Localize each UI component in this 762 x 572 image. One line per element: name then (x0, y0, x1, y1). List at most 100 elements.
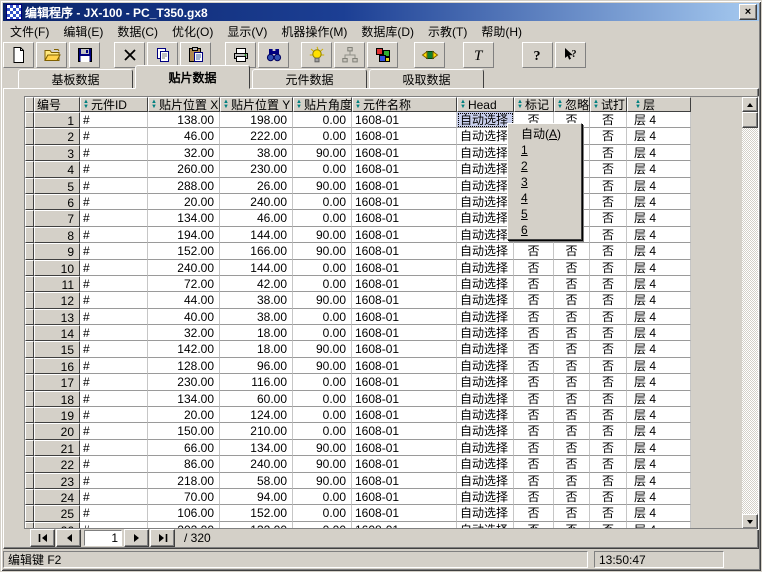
row-number[interactable]: 24 (34, 488, 80, 506)
component-name[interactable]: 1608-01 (352, 407, 457, 424)
place-angle[interactable]: 90.00 (293, 439, 352, 457)
component-name[interactable]: 1608-01 (352, 308, 457, 326)
place-angle[interactable]: 0.00 (293, 210, 352, 227)
row-number[interactable]: 20 (34, 423, 80, 440)
head[interactable]: 自动选择 (457, 390, 514, 408)
component-name[interactable]: 1608-01 (352, 341, 457, 358)
scroll-down-button[interactable] (742, 514, 758, 529)
mark[interactable]: 否 (514, 374, 554, 391)
head[interactable]: 自动选择 (457, 226, 514, 244)
component-name[interactable]: 1608-01 (352, 275, 457, 293)
layer[interactable]: 层 4 (627, 210, 691, 227)
component-id[interactable]: # (80, 193, 148, 211)
trial[interactable]: 否 (590, 259, 627, 276)
popup-menu-item[interactable]: 6 (508, 222, 581, 238)
trial[interactable]: 否 (590, 423, 627, 440)
mark[interactable]: 否 (514, 423, 554, 440)
component-id[interactable]: # (80, 439, 148, 457)
menu-item[interactable]: 优化(O) (165, 21, 220, 42)
place-angle[interactable]: 0.00 (293, 407, 352, 424)
place-x[interactable]: 20.00 (148, 193, 220, 211)
menu-item[interactable]: 数据库(D) (354, 21, 421, 42)
row-gutter[interactable] (25, 439, 34, 457)
context-help-button[interactable]: ? (555, 41, 586, 68)
place-x[interactable]: 240.00 (148, 259, 220, 276)
trial[interactable]: 否 (590, 407, 627, 424)
menu-item[interactable]: 显示(V) (220, 21, 274, 42)
component-id[interactable]: # (80, 144, 148, 162)
place-y[interactable]: 230.00 (220, 161, 293, 178)
place-angle[interactable]: 90.00 (293, 357, 352, 375)
place-y[interactable]: 58.00 (220, 472, 293, 489)
ignore[interactable]: 否 (554, 423, 590, 440)
component-id[interactable]: # (80, 488, 148, 506)
component-name[interactable]: 1608-01 (352, 177, 457, 194)
row-number[interactable]: 13 (34, 308, 80, 326)
row-number[interactable]: 16 (34, 357, 80, 375)
ignore[interactable]: 否 (554, 456, 590, 473)
mark[interactable]: 否 (514, 325, 554, 342)
place-y[interactable]: 210.00 (220, 423, 293, 440)
component-name[interactable]: 1608-01 (352, 374, 457, 391)
row-gutter[interactable] (25, 325, 34, 342)
ignore[interactable]: 否 (554, 243, 590, 260)
place-y[interactable]: 240.00 (220, 193, 293, 211)
mark[interactable]: 否 (514, 357, 554, 375)
place-angle[interactable]: 0.00 (293, 308, 352, 326)
trial[interactable]: 否 (590, 144, 627, 162)
component-name[interactable]: 1608-01 (352, 439, 457, 457)
row-number[interactable]: 14 (34, 325, 80, 342)
head[interactable]: 自动选择 (457, 341, 514, 358)
menu-item[interactable]: 文件(F) (3, 21, 56, 42)
trial[interactable]: 否 (590, 472, 627, 489)
save-button[interactable] (69, 41, 100, 68)
head[interactable]: 自动选择 (457, 325, 514, 342)
row-number[interactable]: 8 (34, 226, 80, 244)
place-y[interactable]: 144.00 (220, 259, 293, 276)
paste-button[interactable] (180, 41, 211, 68)
place-x[interactable]: 288.00 (148, 177, 220, 194)
row-number[interactable]: 3 (34, 144, 80, 162)
components-button[interactable] (367, 41, 398, 68)
trial[interactable]: 否 (590, 325, 627, 342)
layer[interactable]: 层 4 (627, 341, 691, 358)
trial[interactable]: 否 (590, 193, 627, 211)
component-id[interactable]: # (80, 407, 148, 424)
place-angle[interactable]: 90.00 (293, 472, 352, 489)
component-name[interactable]: 1608-01 (352, 325, 457, 342)
trial[interactable]: 否 (590, 505, 627, 522)
trial[interactable]: 否 (590, 112, 627, 129)
layer[interactable]: 层 4 (627, 243, 691, 260)
row-gutter[interactable] (25, 144, 34, 162)
mark[interactable]: 否 (514, 259, 554, 276)
popup-menu-item[interactable]: 4 (508, 190, 581, 206)
head[interactable]: 自动选择 (457, 439, 514, 457)
layer[interactable]: 层 4 (627, 439, 691, 457)
vertical-scrollbar[interactable] (742, 97, 758, 529)
place-x[interactable]: 230.00 (148, 374, 220, 391)
head[interactable]: 自动选择 (457, 423, 514, 440)
layer[interactable]: 层 4 (627, 357, 691, 375)
component-id[interactable]: # (80, 210, 148, 227)
row-number[interactable]: 23 (34, 472, 80, 489)
head[interactable]: 自动选择 (457, 259, 514, 276)
head[interactable]: 自动选择 (457, 308, 514, 326)
component-name[interactable]: 1608-01 (352, 357, 457, 375)
place-y[interactable]: 152.00 (220, 505, 293, 522)
place-x[interactable]: 152.00 (148, 243, 220, 260)
row-number[interactable]: 11 (34, 275, 80, 293)
open-folder-button[interactable] (36, 41, 67, 68)
place-y[interactable]: 38.00 (220, 308, 293, 326)
menu-item[interactable]: 机器操作(M) (274, 21, 354, 42)
column-header[interactable]: ▲ ▼ 层 (627, 97, 691, 112)
component-name[interactable]: 1608-01 (352, 161, 457, 178)
place-x[interactable]: 150.00 (148, 423, 220, 440)
trial[interactable]: 否 (590, 177, 627, 194)
component-id[interactable]: # (80, 112, 148, 129)
head[interactable]: 自动选择 (457, 488, 514, 506)
print-button[interactable] (225, 41, 256, 68)
mark[interactable]: 否 (514, 456, 554, 473)
place-y[interactable]: 42.00 (220, 275, 293, 293)
trial[interactable]: 否 (590, 488, 627, 506)
layer[interactable]: 层 4 (627, 144, 691, 162)
